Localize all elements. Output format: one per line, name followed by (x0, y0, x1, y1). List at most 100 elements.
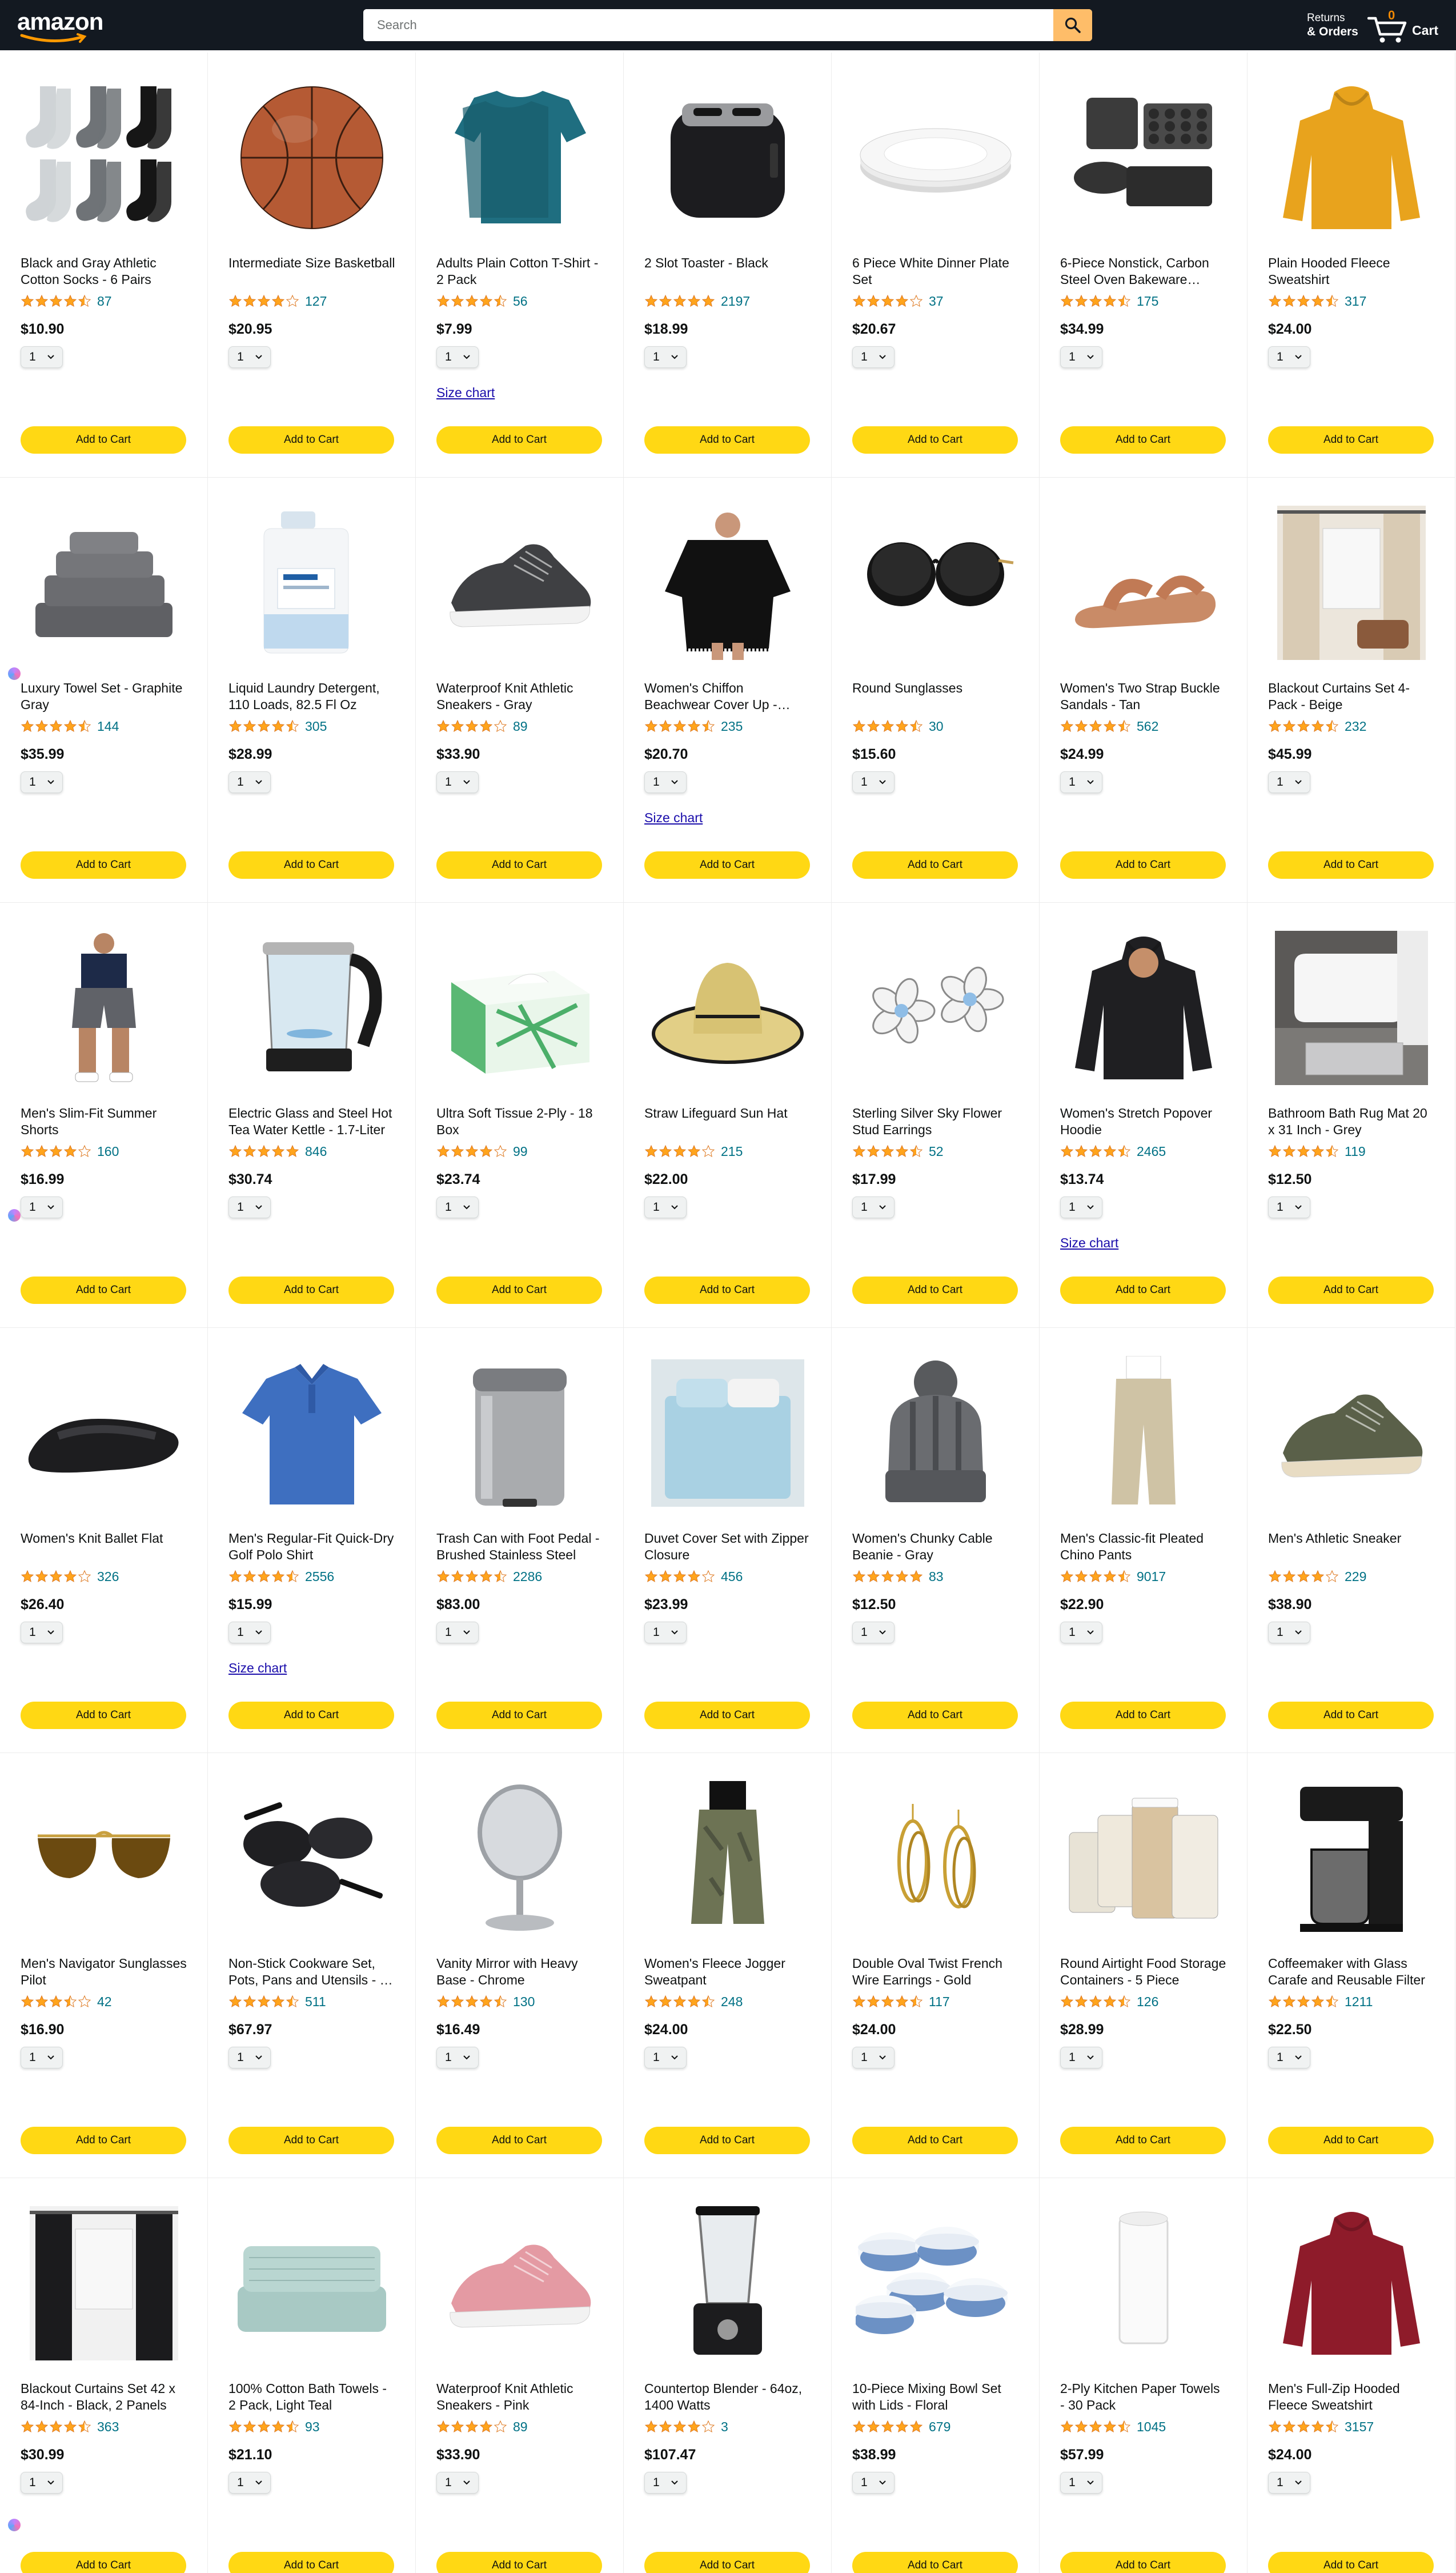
add-to-cart-button[interactable]: Add to Cart (436, 426, 602, 454)
product-title[interactable]: 6-Piece Nonstick, Carbon Steel Oven Bake… (1060, 255, 1227, 288)
rating-stars[interactable] (1060, 1145, 1131, 1158)
product-title[interactable]: Women's Chunky Cable Beanie - Gray (852, 1530, 1019, 1563)
quantity-select[interactable]: 1 (436, 1197, 479, 1218)
add-to-cart-button[interactable]: Add to Cart (1268, 1277, 1434, 1304)
review-count-link[interactable]: 679 (929, 2419, 950, 2435)
rating-stars[interactable] (228, 1145, 299, 1158)
add-to-cart-button[interactable]: Add to Cart (1268, 2127, 1434, 2154)
hoodie-black-image[interactable] (1060, 928, 1227, 1088)
sunhat-image[interactable] (644, 928, 811, 1088)
rating-stars[interactable] (1060, 1995, 1131, 2008)
product-title[interactable]: Vanity Mirror with Heavy Base - Chrome (436, 1955, 603, 1988)
review-count-link[interactable]: 160 (97, 1144, 119, 1159)
rating-stars[interactable] (852, 1570, 923, 1583)
rating-stars[interactable] (436, 719, 507, 733)
add-to-cart-button[interactable]: Add to Cart (852, 2127, 1018, 2154)
towels-image[interactable] (21, 503, 187, 663)
review-count-link[interactable]: 89 (513, 2419, 528, 2435)
product-title[interactable]: 6 Piece White Dinner Plate Set (852, 255, 1019, 288)
rating-stars[interactable] (436, 1570, 507, 1583)
joggers-image[interactable] (644, 1778, 811, 1938)
review-count-link[interactable]: 326 (97, 1569, 119, 1584)
rating-stars[interactable] (228, 1995, 299, 2008)
coverup-image[interactable] (644, 503, 811, 663)
product-title[interactable]: Countertop Blender - 64oz, 1400 Watts (644, 2380, 811, 2414)
quantity-select[interactable]: 1 (852, 771, 895, 793)
review-count-link[interactable]: 52 (929, 1144, 944, 1159)
product-title[interactable]: Men's Athletic Sneaker (1268, 1530, 1435, 1563)
size-chart-link[interactable]: Size chart (644, 810, 703, 826)
review-count-link[interactable]: 130 (513, 1994, 535, 2010)
product-title[interactable]: Waterproof Knit Athletic Sneakers - Pink (436, 2380, 603, 2414)
curtains-black-image[interactable] (21, 2203, 187, 2363)
review-count-link[interactable]: 2286 (513, 1569, 542, 1584)
tissue-image[interactable] (436, 928, 603, 1088)
quantity-select[interactable]: 1 (1268, 2472, 1310, 2494)
add-to-cart-button[interactable]: Add to Cart (1268, 426, 1434, 454)
amazon-logo[interactable]: amazon (17, 7, 109, 43)
add-to-cart-button[interactable]: Add to Cart (21, 1277, 186, 1304)
product-title[interactable]: Round Airtight Food Storage Containers -… (1060, 1955, 1227, 1988)
rating-stars[interactable] (644, 2420, 715, 2434)
gold-earrings-image[interactable] (852, 1778, 1019, 1938)
quantity-select[interactable]: 1 (228, 2472, 271, 2494)
add-to-cart-button[interactable]: Add to Cart (1268, 851, 1434, 879)
product-title[interactable]: Blackout Curtains Set 42 x 84-Inch - Bla… (21, 2380, 187, 2414)
paper-towel-image[interactable] (1060, 2203, 1227, 2363)
add-to-cart-button[interactable]: Add to Cart (1060, 426, 1226, 454)
add-to-cart-button[interactable]: Add to Cart (644, 1702, 810, 1729)
quantity-select[interactable]: 1 (1268, 771, 1310, 793)
product-title[interactable]: Non-Stick Cookware Set, Pots, Pans and U… (228, 1955, 395, 1988)
size-chart-link[interactable]: Size chart (1060, 1235, 1118, 1251)
review-count-link[interactable]: 317 (1345, 294, 1366, 309)
add-to-cart-button[interactable]: Add to Cart (1060, 1277, 1226, 1304)
quantity-select[interactable]: 1 (436, 771, 479, 793)
review-count-link[interactable]: 232 (1345, 719, 1366, 734)
add-to-cart-button[interactable]: Add to Cart (228, 1277, 394, 1304)
product-title[interactable]: Luxury Towel Set - Graphite Gray (21, 680, 187, 713)
hoodie-red-image[interactable] (1268, 2203, 1435, 2363)
quantity-select[interactable]: 1 (644, 1197, 687, 1218)
quantity-select[interactable]: 1 (436, 1622, 479, 1643)
quantity-select[interactable]: 1 (228, 1197, 271, 1218)
rating-stars[interactable] (1060, 719, 1131, 733)
review-count-link[interactable]: 126 (1137, 1994, 1158, 2010)
review-count-link[interactable]: 56 (513, 294, 528, 309)
rating-stars[interactable] (644, 1995, 715, 2008)
add-to-cart-button[interactable]: Add to Cart (852, 1702, 1018, 1729)
rating-stars[interactable] (228, 719, 299, 733)
review-count-link[interactable]: 117 (929, 1994, 950, 2010)
containers-image[interactable] (1060, 1778, 1227, 1938)
add-to-cart-button[interactable]: Add to Cart (1060, 2552, 1226, 2573)
add-to-cart-button[interactable]: Add to Cart (852, 851, 1018, 879)
quantity-select[interactable]: 1 (852, 1622, 895, 1643)
quantity-select[interactable]: 1 (644, 2047, 687, 2068)
quantity-select[interactable]: 1 (228, 2047, 271, 2068)
review-count-link[interactable]: 2556 (305, 1569, 334, 1584)
add-to-cart-button[interactable]: Add to Cart (644, 426, 810, 454)
flower-earrings-image[interactable] (852, 928, 1019, 1088)
product-title[interactable]: Liquid Laundry Detergent, 110 Loads, 82.… (228, 680, 395, 713)
rating-stars[interactable] (1268, 1995, 1339, 2008)
add-to-cart-button[interactable]: Add to Cart (436, 2552, 602, 2573)
rating-stars[interactable] (1268, 719, 1339, 733)
ballet-flat-image[interactable] (21, 1353, 187, 1513)
product-title[interactable]: Men's Full-Zip Hooded Fleece Sweatshirt (1268, 2380, 1435, 2414)
blender-image[interactable] (644, 2203, 811, 2363)
product-title[interactable]: Men's Regular-Fit Quick-Dry Golf Polo Sh… (228, 1530, 395, 1563)
returns-orders-link[interactable]: Returns & Orders (1307, 11, 1358, 39)
review-count-link[interactable]: 2465 (1137, 1144, 1166, 1159)
hoodie-yellow-image[interactable] (1268, 78, 1435, 238)
rating-stars[interactable] (644, 1145, 715, 1158)
product-title[interactable]: Women's Two Strap Buckle Sandals - Tan (1060, 680, 1227, 713)
rating-stars[interactable] (1060, 2420, 1131, 2434)
add-to-cart-button[interactable]: Add to Cart (1060, 851, 1226, 879)
review-count-link[interactable]: 2197 (721, 294, 750, 309)
aviators-image[interactable] (21, 1778, 187, 1938)
review-count-link[interactable]: 89 (513, 719, 528, 734)
curtains-beige-image[interactable] (1268, 503, 1435, 663)
basketball-image[interactable] (228, 78, 395, 238)
rating-stars[interactable] (852, 719, 923, 733)
add-to-cart-button[interactable]: Add to Cart (644, 1277, 810, 1304)
rating-stars[interactable] (21, 719, 91, 733)
